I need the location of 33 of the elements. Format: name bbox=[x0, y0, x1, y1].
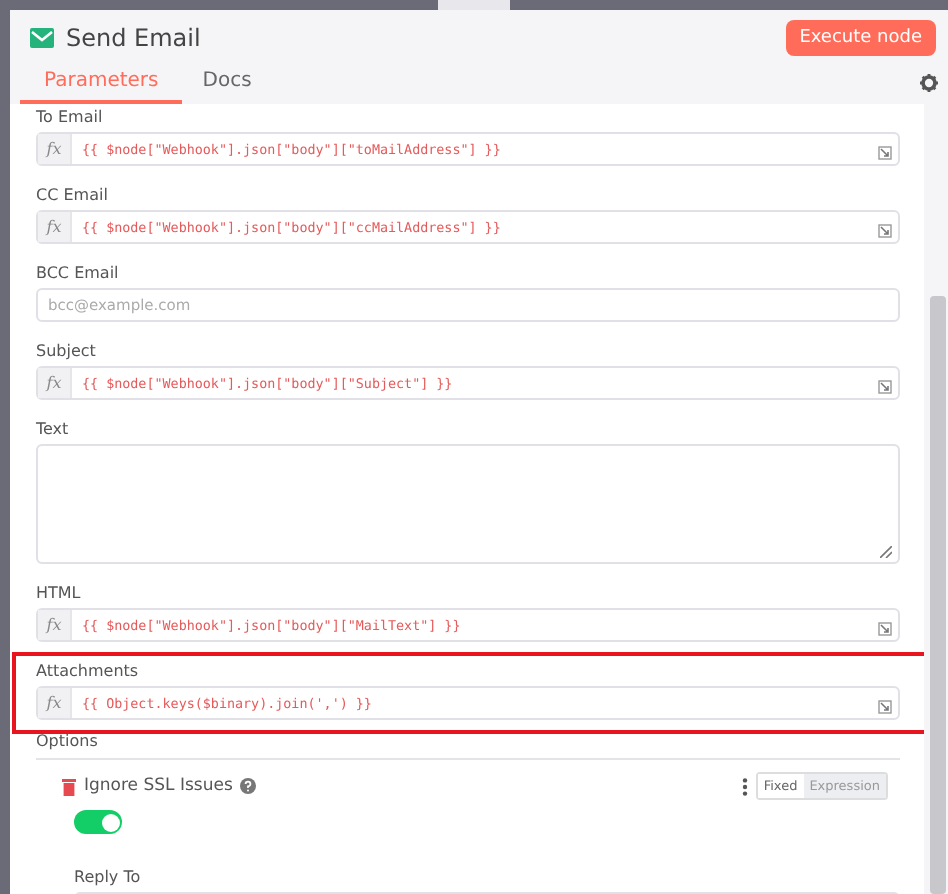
help-icon[interactable] bbox=[240, 778, 257, 794]
expand-icon[interactable] bbox=[878, 622, 892, 636]
execute-node-button[interactable]: Execute node bbox=[785, 19, 936, 55]
drag-handle[interactable] bbox=[438, 0, 510, 10]
fx-icon: fx bbox=[38, 610, 72, 640]
trash-icon[interactable] bbox=[62, 777, 76, 795]
envelope-icon bbox=[30, 27, 54, 47]
node-title: Send Email bbox=[66, 23, 203, 51]
option-label: Ignore SSL Issues bbox=[84, 776, 233, 796]
tab[interactable]: Docs bbox=[182, 70, 272, 104]
expand-icon[interactable] bbox=[878, 380, 892, 394]
expand-icon[interactable] bbox=[878, 146, 892, 160]
fx-icon: fx bbox=[38, 688, 72, 718]
field-label: Text bbox=[36, 418, 69, 442]
field-label: Subject bbox=[36, 340, 96, 364]
fx-icon: fx bbox=[38, 368, 72, 398]
scrollbar-thumb[interactable] bbox=[930, 296, 946, 894]
expand-icon[interactable] bbox=[878, 224, 892, 238]
fx-icon: fx bbox=[38, 212, 72, 242]
textarea-field[interactable] bbox=[36, 444, 900, 564]
field-label: To Email bbox=[36, 106, 103, 130]
field-label: Reply To bbox=[74, 868, 141, 886]
expand-icon[interactable] bbox=[878, 700, 892, 714]
more-options-icon[interactable] bbox=[741, 777, 748, 795]
toggle-switch[interactable] bbox=[74, 810, 122, 834]
section-label: Options bbox=[36, 730, 98, 752]
resize-handle-icon[interactable] bbox=[880, 546, 892, 558]
field-label: Attachments bbox=[36, 660, 139, 684]
field-label: BCC Email bbox=[36, 262, 119, 286]
fx-icon: fx bbox=[38, 134, 72, 164]
settings-icon[interactable] bbox=[920, 74, 938, 92]
field-label: HTML bbox=[36, 582, 81, 606]
field-label: CC Email bbox=[36, 184, 108, 208]
